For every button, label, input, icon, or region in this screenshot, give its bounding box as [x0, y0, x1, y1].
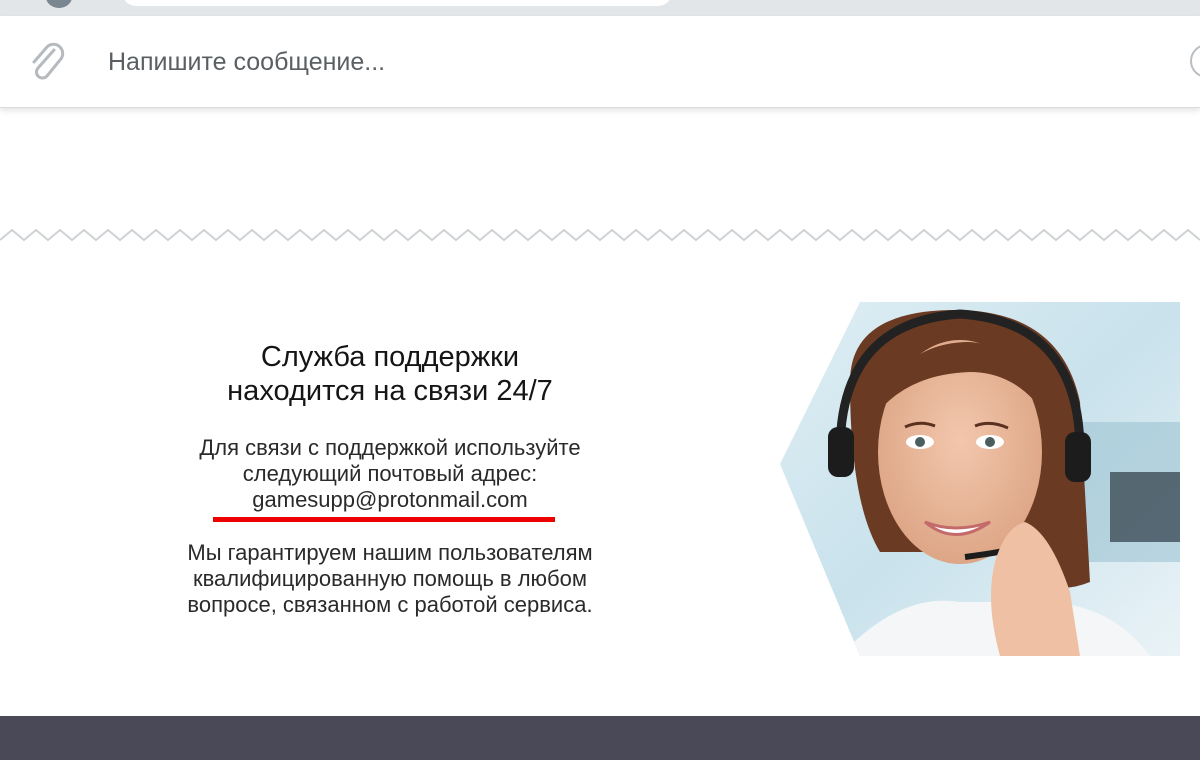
avatar[interactable]: [46, 0, 72, 8]
contact-line-2: следующий почтовый адрес:: [242, 461, 538, 486]
support-email-link[interactable]: gamesupp@protonmail.com: [130, 487, 650, 513]
chat-background-strip: [0, 0, 1200, 16]
message-input[interactable]: [108, 44, 1008, 80]
guarantee-line-2: квалифицированную помощь в любом: [192, 566, 588, 591]
support-title-line-1: Служба поддержки: [260, 341, 520, 373]
emoji-icon[interactable]: [1190, 44, 1200, 78]
support-title: Служба поддержки находится на связи 24/7: [150, 340, 630, 408]
zigzag-divider: [0, 228, 1200, 242]
footer-bar: [0, 716, 1200, 760]
support-title-line-2: находится на связи 24/7: [227, 375, 553, 407]
support-agent-photo: [780, 302, 1180, 656]
guarantee-text: Мы гарантируем нашим пользователям квали…: [130, 540, 650, 618]
paperclip-icon[interactable]: [26, 40, 66, 84]
contact-line-1: Для связи с поддержкой используйте: [199, 435, 581, 460]
chat-message-bubble: [122, 0, 672, 6]
message-composer: [0, 16, 1200, 108]
guarantee-line-1: Мы гарантируем нашим пользователям: [187, 540, 593, 565]
contact-instructions: Для связи с поддержкой используйте следу…: [130, 435, 650, 513]
email-highlight-underline: [213, 517, 555, 522]
guarantee-line-3: вопросе, связанном с работой сервиса.: [187, 592, 593, 617]
